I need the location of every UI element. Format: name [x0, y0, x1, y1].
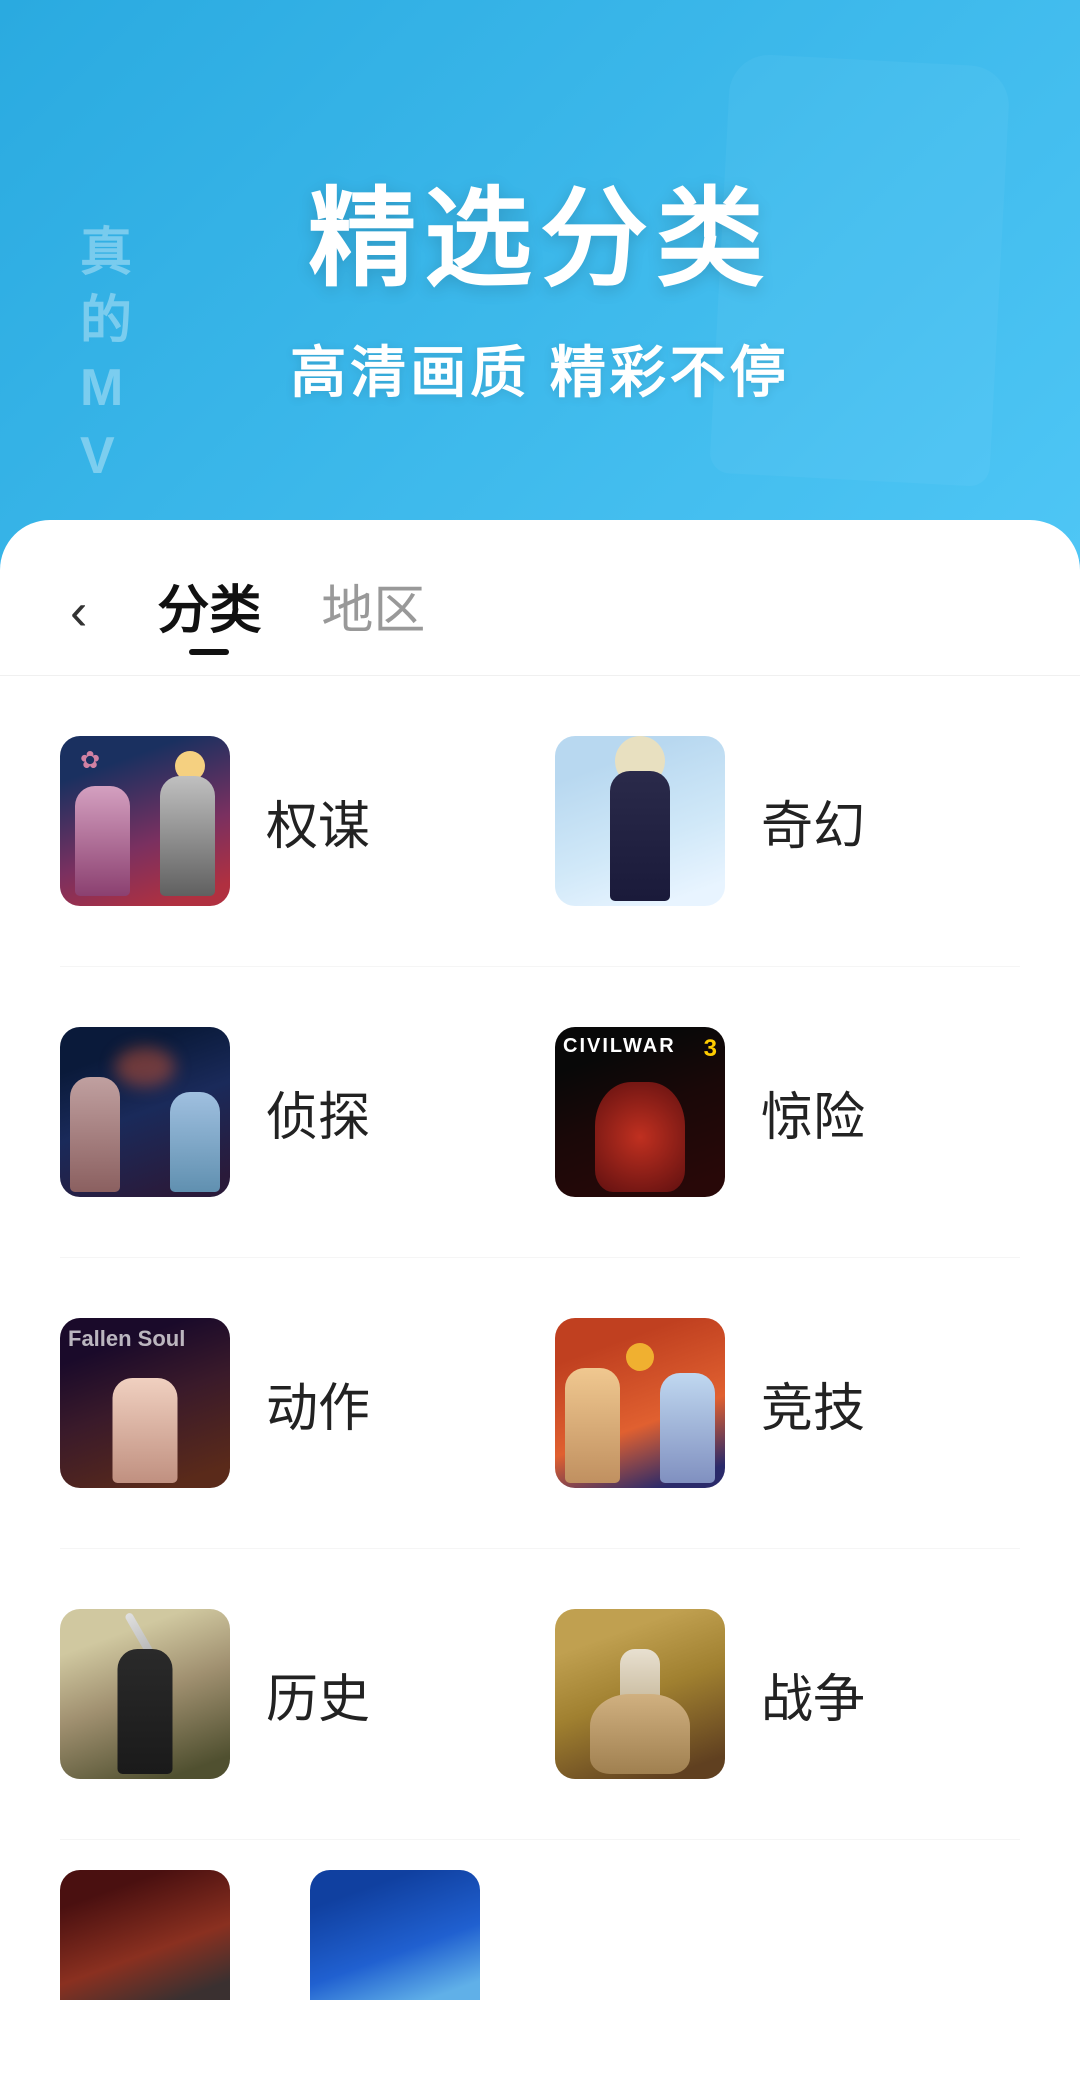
category-label-jingji: 竞技: [761, 1366, 865, 1441]
category-thumb-zhentan: [60, 1027, 230, 1197]
hero-section: 真 的 M V 精选分类 高清画质 精彩不停: [0, 0, 1080, 560]
category-thumb-jingji: [555, 1318, 725, 1488]
category-item-jingxian[interactable]: CIVILWAR 3 惊险: [555, 1007, 1020, 1217]
category-item-lishi[interactable]: 历史: [60, 1589, 525, 1799]
partial-item-1[interactable]: [60, 1870, 230, 2000]
category-label-zhanzhen: 战争: [761, 1657, 865, 1732]
category-grid-3: Fallen Soul 动作 竞技: [0, 1258, 1080, 1548]
hero-title: 精选分类: [308, 152, 772, 308]
category-item-zhentan[interactable]: 侦探: [60, 1007, 525, 1217]
category-item-quanmou[interactable]: ✿ 权谋: [60, 716, 525, 926]
category-label-zhentan: 侦探: [266, 1075, 370, 1150]
category-thumb-lishi: [60, 1609, 230, 1779]
category-label-quanmou: 权谋: [266, 784, 370, 859]
category-thumb-quanmou: ✿: [60, 736, 230, 906]
category-thumb-zhanzhen: [555, 1609, 725, 1779]
category-label-qihuan: 奇幻: [761, 784, 865, 859]
partial-row: [0, 1840, 1080, 2000]
category-grid-4: 历史 战争: [0, 1549, 1080, 1839]
category-grid: ✿ 权谋 奇幻: [0, 676, 1080, 966]
category-item-qihuan[interactable]: 奇幻: [555, 716, 1020, 926]
partial-thumb-1: [60, 1870, 230, 2000]
category-label-jingxian: 惊险: [761, 1075, 865, 1150]
category-item-dongzuo[interactable]: Fallen Soul 动作: [60, 1298, 525, 1508]
partial-thumb-2: [310, 1870, 480, 2000]
category-item-zhanzhen[interactable]: 战争: [555, 1589, 1020, 1799]
category-thumb-jingxian: CIVILWAR 3: [555, 1027, 725, 1197]
category-item-jingji[interactable]: 竞技: [555, 1298, 1020, 1508]
category-thumb-dongzuo: Fallen Soul: [60, 1318, 230, 1488]
tab-region[interactable]: 地区: [321, 568, 425, 655]
category-label-dongzuo: 动作: [266, 1366, 370, 1441]
category-thumb-qihuan: [555, 736, 725, 906]
category-label-lishi: 历史: [266, 1657, 370, 1732]
hero-subtitle: 高清画质 精彩不停: [290, 328, 790, 409]
back-button[interactable]: ‹: [60, 586, 97, 638]
category-grid-2: 侦探 CIVILWAR 3 惊险: [0, 967, 1080, 1257]
tab-categories[interactable]: 分类: [157, 568, 261, 655]
partial-item-2[interactable]: [310, 1870, 480, 2000]
tabs-header: ‹ 分类 地区: [0, 520, 1080, 676]
content-card: ‹ 分类 地区 ✿ 权谋 奇幻: [0, 520, 1080, 2080]
hero-bg-text: 真 的 M V: [80, 220, 132, 490]
